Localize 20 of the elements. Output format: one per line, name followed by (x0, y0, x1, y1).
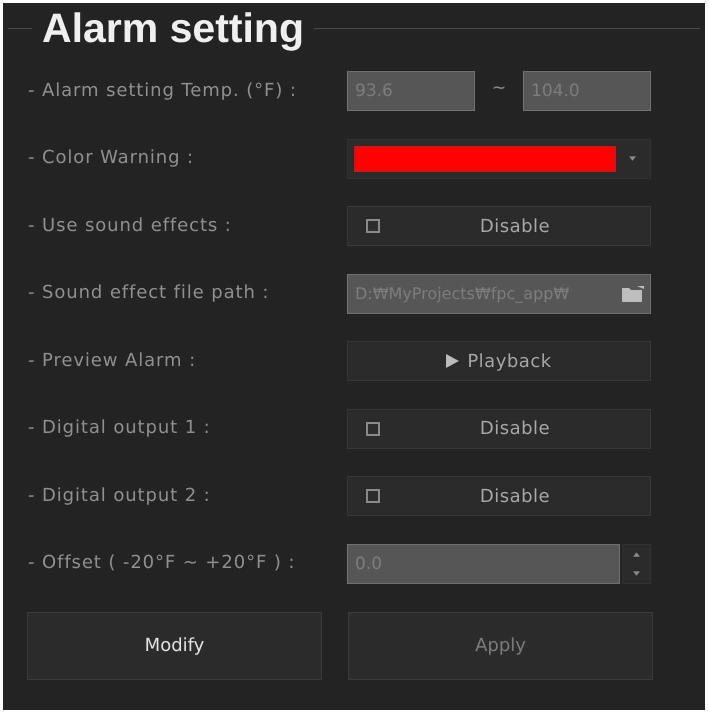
setting-label: - Use sound effects : (28, 214, 233, 236)
caret-down-icon (633, 570, 640, 576)
setting-label: - Color Warning : (28, 147, 196, 168)
toggle-button[interactable]: Disable (347, 476, 651, 516)
range-separator: ~ (490, 78, 508, 98)
dialog-button[interactable]: Modify (27, 612, 322, 680)
color-dropdown[interactable] (347, 138, 651, 178)
play-button[interactable]: Playback (347, 341, 651, 381)
setting-label: - Digital output 2 : (28, 484, 212, 506)
setting-label: - Alarm setting Temp. (°F) : (28, 80, 298, 100)
setting-label: - Sound effect file path : (28, 282, 270, 303)
toggle-button[interactable]: Disable (347, 408, 651, 448)
setting-label: - Digital output 1 : (28, 417, 212, 438)
caret-icon (629, 156, 636, 161)
panel-title: Alarm setting (41, 4, 305, 53)
play-icon (446, 354, 460, 368)
caret-up-icon (633, 552, 640, 556)
toggle-button[interactable]: Disable (347, 206, 651, 246)
setting-label: - Offset ( -20°F ~ +20°F ) : (28, 552, 296, 573)
setting-label: - Preview Alarm : (28, 350, 198, 370)
